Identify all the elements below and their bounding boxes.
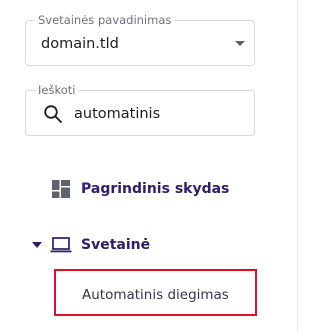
sidebar-subitem-auto-installer-label: Automatinis diegimas [82, 287, 229, 303]
search-input[interactable] [74, 103, 244, 125]
sidebar-item-dashboard[interactable]: Pagrindinis skydas [0, 174, 298, 204]
sidebar-item-website-label: Svetainė [81, 237, 151, 253]
dashboard-icon [52, 180, 70, 198]
search-field[interactable]: Ieškoti [25, 83, 255, 136]
sidebar-panel: Svetainės pavadinimas domain.tld Ieškoti… [0, 0, 298, 333]
laptop-icon [50, 237, 72, 253]
sidebar-subitem-auto-installer[interactable]: Automatinis diegimas [54, 269, 257, 316]
chevron-down-icon [235, 41, 245, 46]
expand-caret-icon[interactable] [32, 242, 42, 248]
website-select[interactable]: Svetainės pavadinimas domain.tld [25, 13, 255, 66]
sidebar-item-website[interactable]: Svetainė [0, 230, 298, 260]
website-select-value: domain.tld [41, 36, 119, 52]
search-icon [44, 105, 62, 123]
sidebar-item-dashboard-label: Pagrindinis skydas [81, 181, 230, 197]
website-select-label: Svetainės pavadinimas [35, 13, 175, 27]
search-label: Ieškoti [35, 83, 79, 97]
